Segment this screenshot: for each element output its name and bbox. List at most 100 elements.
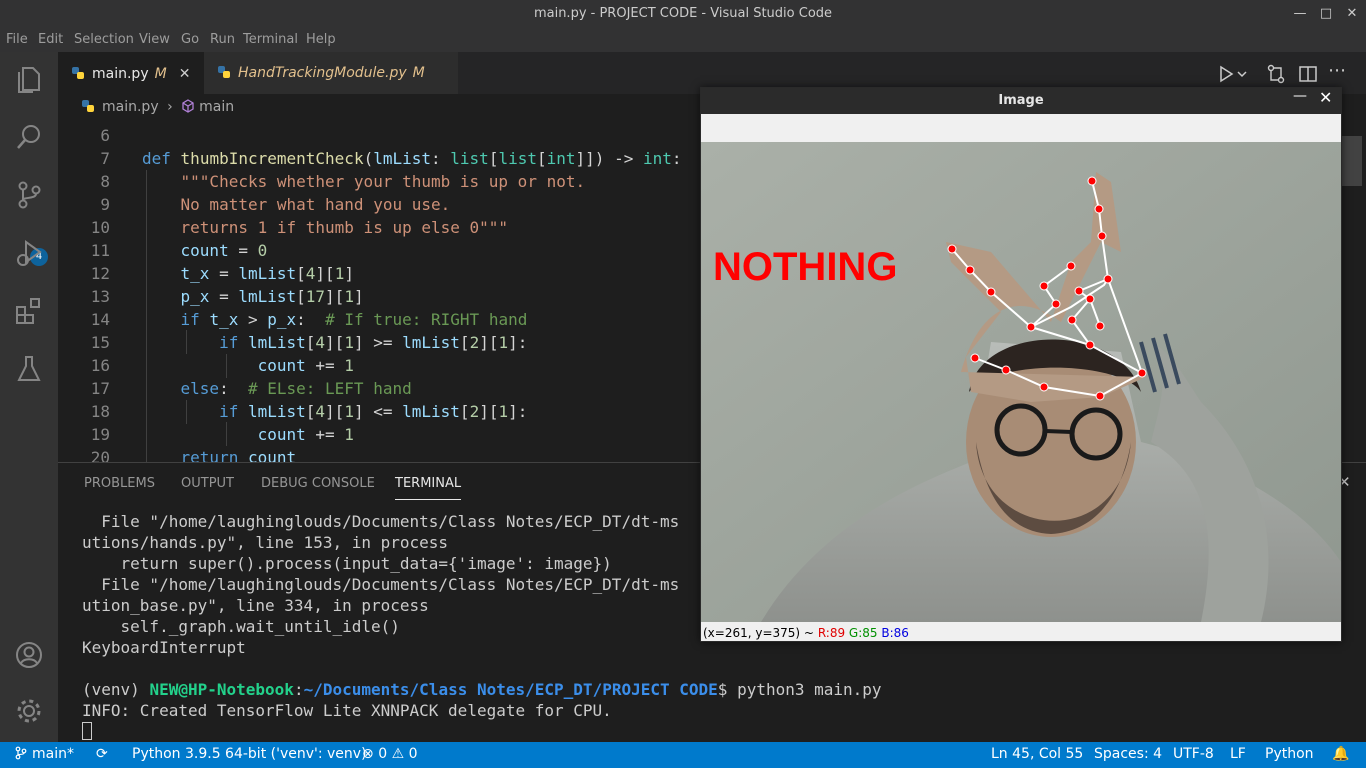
maximize-button[interactable]: □ bbox=[1316, 4, 1336, 24]
scrollbar-thumb[interactable] bbox=[1342, 136, 1362, 186]
python-file-icon bbox=[82, 100, 94, 112]
tab-main-py[interactable]: main.py M ✕ bbox=[58, 52, 204, 94]
landmark-point bbox=[1095, 321, 1105, 331]
breadcrumb: main.py › main bbox=[58, 94, 758, 120]
open-changes-icon[interactable] bbox=[1266, 64, 1286, 84]
prompt-venv: (venv) bbox=[82, 680, 150, 699]
status-language[interactable]: Python bbox=[1265, 746, 1314, 762]
landmark-point bbox=[1087, 176, 1097, 186]
line-number: 11 bbox=[90, 241, 110, 260]
tab-handtrackingmodule-py[interactable]: HandTrackingModule.py M bbox=[204, 52, 458, 94]
image-window-close-icon[interactable]: ✕ bbox=[1319, 88, 1335, 107]
close-window-button[interactable]: ✕ bbox=[1342, 4, 1362, 24]
landmark-point bbox=[947, 244, 957, 254]
run-python-file-icon[interactable] bbox=[1218, 65, 1248, 83]
status-interpreter[interactable]: Python 3.9.5 64-bit ('venv': venv) bbox=[132, 746, 367, 762]
code-line: returns 1 if thumb is up else 0""" bbox=[180, 218, 509, 237]
code-line: No matter what hand you use. bbox=[180, 195, 451, 214]
testing-flask-icon[interactable] bbox=[14, 354, 44, 384]
tab-debug-console[interactable]: DEBUG CONSOLE bbox=[261, 476, 375, 491]
menu-edit[interactable]: Edit bbox=[38, 32, 63, 47]
git-branch-icon bbox=[15, 746, 27, 760]
module-symbol-icon bbox=[182, 99, 194, 113]
menu-run[interactable]: Run bbox=[210, 32, 235, 47]
breadcrumb-symbol[interactable]: main bbox=[199, 99, 234, 115]
line-number: 16 bbox=[90, 356, 110, 375]
landmark-point bbox=[970, 353, 980, 363]
landmark-point bbox=[1085, 294, 1095, 304]
line-number: 14 bbox=[90, 310, 110, 329]
glasses-bridge bbox=[1044, 429, 1073, 434]
menu-selection[interactable]: Selection bbox=[74, 32, 134, 47]
terminal-line: INFO: Created TensorFlow Lite XNNPACK de… bbox=[82, 701, 612, 720]
image-window[interactable]: Image — ✕ NOTHING (x=261, y=375) ~ R:89 … bbox=[700, 87, 1342, 642]
menu-terminal[interactable]: Terminal bbox=[243, 32, 298, 47]
run-debug-icon[interactable] bbox=[14, 238, 44, 268]
landmark-point bbox=[1066, 261, 1076, 271]
minimize-button[interactable]: — bbox=[1290, 4, 1310, 24]
python-file-icon bbox=[72, 67, 84, 79]
status-encoding[interactable]: UTF-8 bbox=[1173, 746, 1214, 762]
webcam-frame[interactable]: NOTHING bbox=[701, 142, 1341, 622]
image-window-statusbar: (x=261, y=375) ~ R:89 G:85 B:86 bbox=[703, 626, 909, 640]
more-actions-icon[interactable]: ⋯ bbox=[1328, 60, 1346, 81]
landmark-point bbox=[1039, 281, 1049, 291]
pixel-coordinates: (x=261, y=375) ~ bbox=[703, 626, 814, 640]
status-indentation[interactable]: Spaces: 4 bbox=[1094, 746, 1162, 762]
split-editor-icon[interactable] bbox=[1298, 64, 1318, 84]
tab-terminal[interactable]: TERMINAL bbox=[395, 476, 462, 500]
warning-count: 0 bbox=[408, 746, 418, 762]
landmark-point bbox=[1103, 274, 1113, 284]
account-icon[interactable] bbox=[14, 640, 44, 670]
landmark-point bbox=[1067, 315, 1077, 325]
menu-file[interactable]: File bbox=[6, 32, 28, 47]
line-number: 6 bbox=[100, 126, 110, 145]
window-title: main.py - PROJECT CODE - Visual Studio C… bbox=[533, 6, 833, 21]
landmark-point bbox=[986, 287, 996, 297]
pixel-red-value: R:89 bbox=[817, 626, 846, 640]
landmark-point bbox=[1051, 299, 1061, 309]
explorer-icon[interactable] bbox=[14, 64, 44, 94]
code-line: count = 0 bbox=[180, 241, 268, 260]
code-line: if lmList[4][1] >= lmList[2][1]: bbox=[219, 333, 528, 352]
activity-bar: 4 bbox=[0, 52, 58, 742]
landmark-point bbox=[1026, 322, 1036, 332]
landmark-point bbox=[1074, 286, 1084, 296]
breadcrumb-file[interactable]: main.py bbox=[102, 99, 159, 115]
status-cursor-position[interactable]: Ln 45, Col 55 bbox=[991, 746, 1083, 762]
menu-view[interactable]: View bbox=[139, 32, 170, 47]
line-number: 19 bbox=[90, 425, 110, 444]
settings-gear-icon[interactable] bbox=[14, 696, 44, 726]
status-problems[interactable]: ⊗ 0 ⚠ 0 bbox=[362, 746, 418, 762]
search-icon[interactable] bbox=[14, 122, 44, 152]
landmark-point bbox=[1094, 204, 1104, 214]
line-number: 17 bbox=[90, 379, 110, 398]
source-control-icon[interactable] bbox=[14, 180, 44, 210]
landmark-point bbox=[1039, 382, 1049, 392]
menu-help[interactable]: Help bbox=[306, 32, 336, 47]
status-eol[interactable]: LF bbox=[1230, 746, 1246, 762]
tab-output[interactable]: OUTPUT bbox=[181, 476, 234, 491]
code-line: else: # ELse: LEFT hand bbox=[180, 379, 412, 398]
image-window-minimize-icon[interactable]: — bbox=[1293, 88, 1309, 104]
code-line: if lmList[4][1] <= lmList[2][1]: bbox=[219, 402, 528, 421]
close-tab-icon[interactable]: ✕ bbox=[179, 66, 191, 82]
tab-problems[interactable]: PROBLEMS bbox=[84, 476, 155, 491]
line-number: 20 bbox=[90, 448, 110, 462]
title-bar: main.py - PROJECT CODE - Visual Studio C… bbox=[0, 0, 1366, 28]
notifications-bell-icon[interactable]: 🔔 bbox=[1332, 746, 1349, 762]
status-branch[interactable]: main* bbox=[14, 746, 74, 762]
sync-icon[interactable]: ⟳ bbox=[96, 746, 108, 762]
tab-modified-flag: M bbox=[154, 66, 167, 82]
image-window-title: Image bbox=[701, 88, 1341, 114]
code-line: count += 1 bbox=[257, 356, 354, 375]
line-number: 8 bbox=[100, 172, 110, 191]
landmark-point bbox=[965, 265, 975, 275]
extensions-icon[interactable] bbox=[14, 296, 44, 326]
landmark-point bbox=[1097, 231, 1107, 241]
menu-go[interactable]: Go bbox=[181, 32, 199, 47]
chevron-right-icon: › bbox=[167, 99, 173, 115]
line-number: 7 bbox=[100, 149, 110, 168]
